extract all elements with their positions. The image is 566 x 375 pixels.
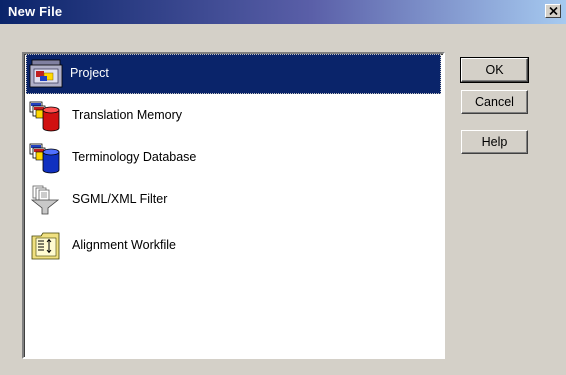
- list-item-alignment-workfile[interactable]: Alignment Workfile: [26, 226, 441, 266]
- list-item-label: Alignment Workfile: [72, 238, 176, 252]
- list-item-sgml-xml-filter[interactable]: SGML/XML Filter: [26, 180, 441, 220]
- project-icon: [29, 59, 63, 88]
- help-button[interactable]: Help: [461, 130, 528, 154]
- translation-memory-icon: [29, 101, 60, 132]
- cancel-button[interactable]: Cancel: [461, 90, 528, 114]
- list-item-label: Translation Memory: [72, 108, 182, 122]
- terminology-database-icon: [29, 143, 60, 174]
- sgml-xml-filter-icon: [30, 185, 60, 215]
- close-icon: [548, 7, 558, 15]
- list-item-label: SGML/XML Filter: [72, 192, 168, 206]
- list-item-label: Project: [70, 66, 109, 80]
- dialog-title: New File: [8, 4, 63, 19]
- close-button[interactable]: [545, 4, 561, 18]
- alignment-workfile-icon: [31, 232, 60, 260]
- new-file-dialog: New File Project Translation Memory Term…: [0, 0, 566, 375]
- file-type-list[interactable]: Project Translation Memory Terminology D…: [22, 52, 445, 359]
- list-item-project[interactable]: Project: [26, 54, 441, 94]
- list-item-terminology-database[interactable]: Terminology Database: [26, 138, 441, 178]
- list-item-label: Terminology Database: [72, 150, 197, 164]
- title-bar[interactable]: New File: [0, 0, 566, 24]
- ok-button[interactable]: OK: [460, 57, 529, 83]
- list-item-translation-memory[interactable]: Translation Memory: [26, 96, 441, 136]
